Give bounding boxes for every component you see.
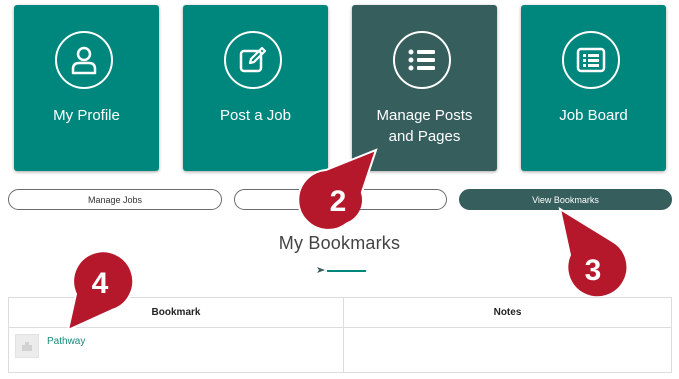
tile-label-line-1: Manage Posts xyxy=(376,107,473,124)
title-underline xyxy=(327,270,366,272)
tile-label: My Profile xyxy=(53,107,120,124)
tile-my-profile[interactable]: My Profile xyxy=(14,5,159,171)
tile-label: Manage Posts and Pages xyxy=(352,105,497,147)
tile-label: Post a Job xyxy=(220,107,291,124)
tile-label: Job Board xyxy=(559,107,628,124)
callout-marker-2: 2 xyxy=(297,148,378,231)
list-icon xyxy=(393,31,451,89)
thumbnail-icon xyxy=(15,334,39,358)
tile-label-line-2: and Pages xyxy=(388,128,461,145)
column-header-notes: Notes xyxy=(343,297,672,328)
callout-marker-4: 4 xyxy=(66,250,135,332)
callout-number: 3 xyxy=(585,254,602,287)
callout-number: 2 xyxy=(330,185,347,218)
notes-cell xyxy=(343,327,672,373)
callout-marker-3: 3 xyxy=(558,207,629,297)
tile-job-board[interactable]: Job Board xyxy=(521,5,666,171)
arrow-icon xyxy=(317,267,325,273)
user-icon xyxy=(55,31,113,89)
bookmark-cell: Pathway xyxy=(8,327,344,373)
manage-jobs-button[interactable]: Manage Jobs xyxy=(8,189,222,210)
table-row: Pathway xyxy=(8,327,672,373)
tile-post-a-job[interactable]: Post a Job xyxy=(183,5,328,171)
bookmark-link[interactable]: Pathway xyxy=(47,336,85,347)
tile-manage-posts[interactable]: Manage Posts and Pages xyxy=(352,5,497,171)
callout-number: 4 xyxy=(92,267,109,300)
edit-icon xyxy=(224,31,282,89)
board-icon xyxy=(562,31,620,89)
